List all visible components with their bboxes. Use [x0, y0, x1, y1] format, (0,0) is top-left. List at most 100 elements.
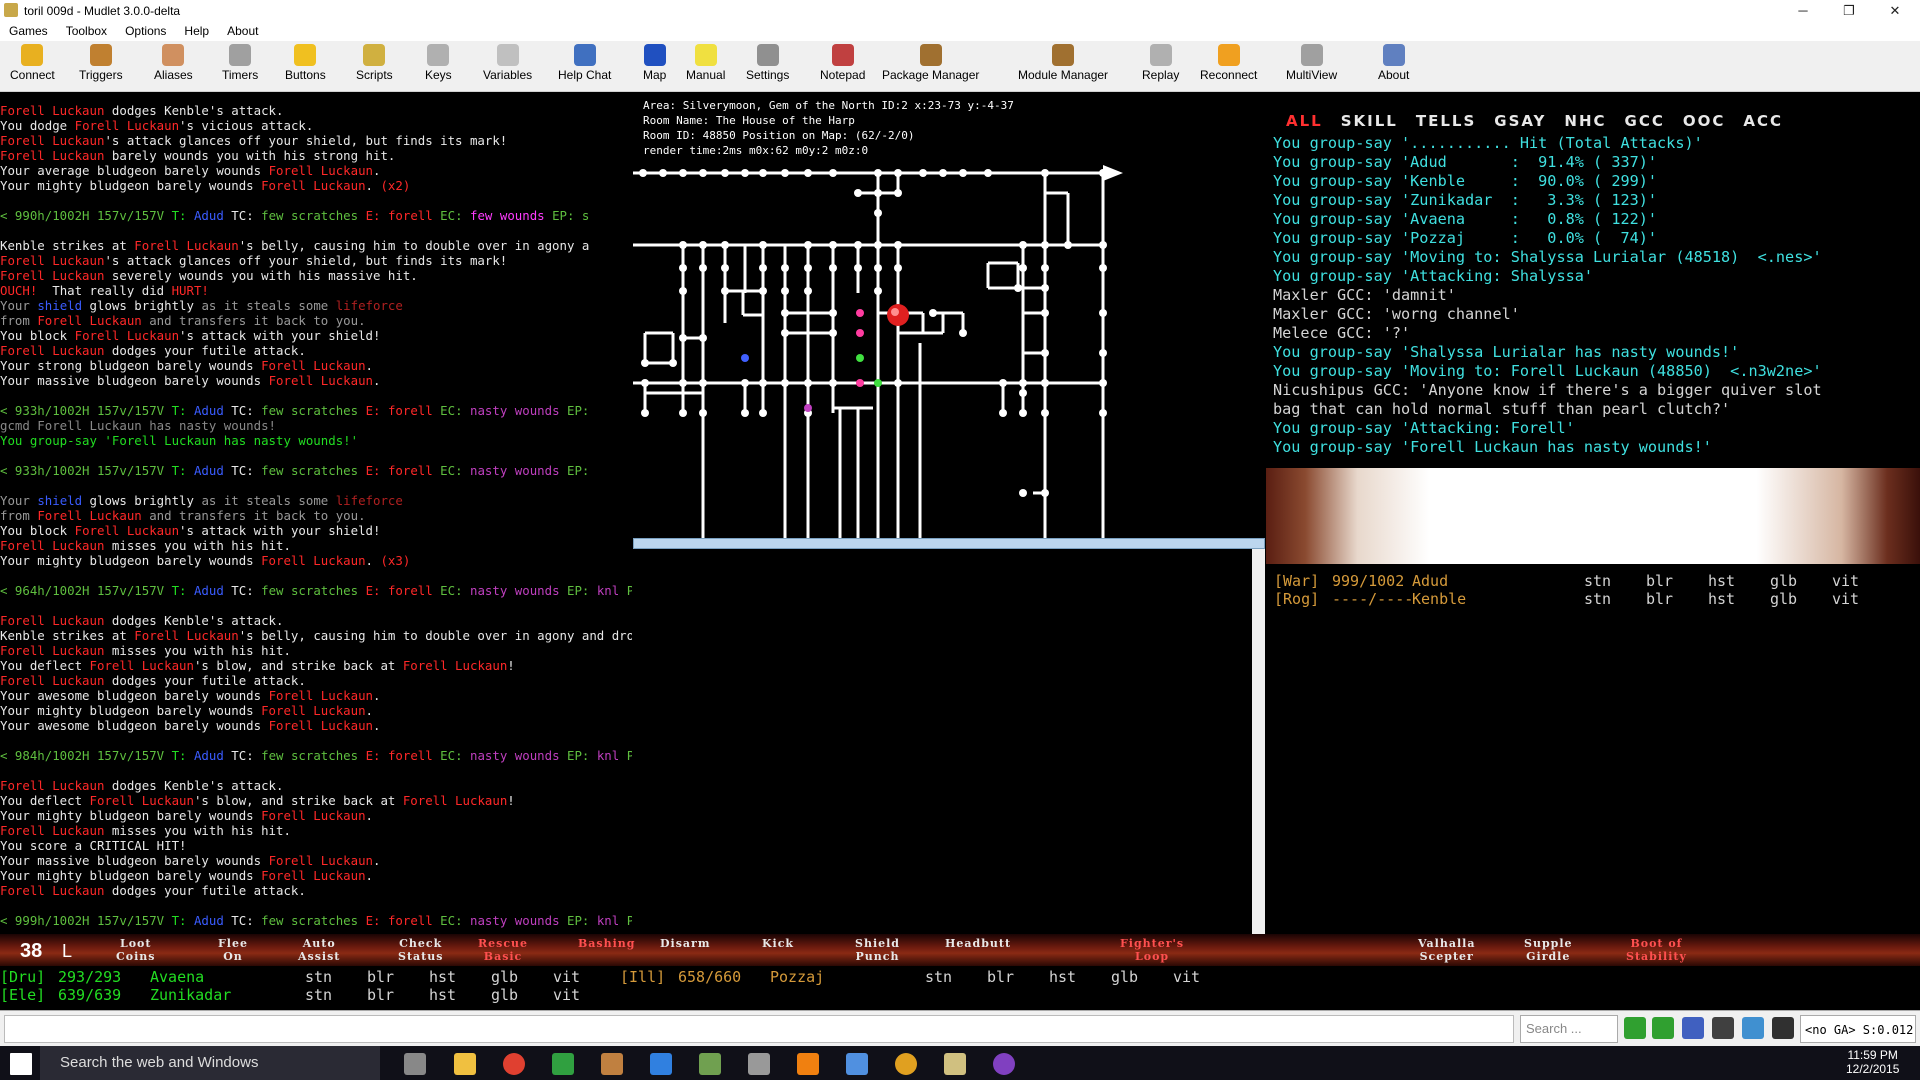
- menu-games[interactable]: Games: [0, 22, 57, 41]
- button-rescue[interactable]: Rescue Basic: [478, 937, 528, 963]
- map-graph[interactable]: [633, 93, 1265, 538]
- app-icon[interactable]: [552, 1053, 574, 1075]
- button-auto[interactable]: Auto Assist: [298, 937, 340, 963]
- toolbar-package-manager-button[interactable]: Package Manager: [882, 44, 979, 90]
- toolbar-map-button[interactable]: Map: [643, 44, 666, 90]
- button-valhalla[interactable]: Valhalla Scepter: [1418, 937, 1475, 963]
- menu-toolbox[interactable]: Toolbox: [57, 22, 116, 41]
- toolbar-help-chat-button[interactable]: Help Chat: [558, 44, 611, 90]
- task-view-icon[interactable]: [404, 1053, 426, 1075]
- console-line: Forell Luckaun's attack glances off your…: [0, 253, 508, 268]
- vlc-icon[interactable]: [797, 1053, 819, 1075]
- timestamp-toggle-icon[interactable]: [1682, 1017, 1704, 1039]
- button-flee[interactable]: Flee On: [218, 937, 248, 963]
- mapper-view[interactable]: [633, 93, 1265, 538]
- tab-nhc[interactable]: NHC: [1564, 112, 1606, 130]
- game-icon[interactable]: [895, 1053, 917, 1075]
- group-status-panel: [War] 999/1002 Adud stn blr hst glb vit [Rog] ---…: [1266, 564, 1920, 934]
- tab-gsay[interactable]: GSAY: [1494, 112, 1546, 130]
- tab-gcc[interactable]: GCC: [1625, 112, 1665, 130]
- scroll-down-icon[interactable]: [1652, 1017, 1674, 1039]
- chat-line: Nicushipus GCC: 'Anyone know if there's …: [1273, 381, 1822, 399]
- console-line: from Forell Luckaun and transfers it bac…: [0, 508, 366, 523]
- button-bashing[interactable]: Bashing: [578, 937, 635, 950]
- toolbar-scripts-button[interactable]: Scripts: [356, 44, 393, 90]
- menu-bar: Games Toolbox Options Help About: [0, 22, 1920, 41]
- button-disarm[interactable]: Disarm: [660, 937, 710, 950]
- toolbar-triggers-button[interactable]: Triggers: [79, 44, 123, 90]
- toolbar-keys-button[interactable]: Keys: [425, 44, 452, 90]
- party-affect-glb: glb: [1111, 968, 1139, 986]
- toolbar-about-button[interactable]: About: [1378, 44, 1409, 90]
- chrome-icon[interactable]: [503, 1053, 525, 1075]
- console-scrollbar[interactable]: [1252, 549, 1265, 934]
- record-replay-icon[interactable]: [1772, 1017, 1794, 1039]
- toolbar-manual-button[interactable]: Manual: [686, 44, 725, 90]
- console-line: Your awesome bludgeon barely wounds Fore…: [0, 718, 381, 733]
- menu-help[interactable]: Help: [175, 22, 218, 41]
- toolbar-reconnect-button[interactable]: Reconnect: [1200, 44, 1257, 90]
- toolbar-variables-button[interactable]: Variables: [483, 44, 532, 90]
- map-info: Area: Silverymoon, Gem of the North ID:2…: [643, 98, 1014, 158]
- toolbar-replay-button[interactable]: Replay: [1142, 44, 1179, 90]
- windows-start-icon[interactable]: [10, 1053, 32, 1075]
- app-purple-icon[interactable]: [993, 1053, 1015, 1075]
- toolbar-timers-button[interactable]: Timers: [222, 44, 258, 90]
- toolbar-notepad-button[interactable]: Notepad: [820, 44, 865, 90]
- button-loot[interactable]: Loot Coins: [116, 937, 155, 963]
- button-line-2: Status: [398, 950, 444, 963]
- database-icon[interactable]: [748, 1053, 770, 1075]
- button-supple[interactable]: Supple Girdle: [1524, 937, 1573, 963]
- mudlet-taskbar-icon[interactable]: [944, 1053, 966, 1075]
- button-boot-of[interactable]: Boot of Stability: [1626, 937, 1687, 963]
- menu-about[interactable]: About: [218, 22, 267, 41]
- toolbar-connect-button[interactable]: Connect: [10, 44, 55, 90]
- tab-skill[interactable]: SKILL: [1341, 112, 1398, 130]
- excel-icon[interactable]: [699, 1053, 721, 1075]
- console-line: Kenble strikes at Forell Luckaun's belly…: [0, 238, 590, 253]
- toolbar-buttons-button[interactable]: Buttons: [285, 44, 326, 90]
- visual-studio-icon[interactable]: [650, 1053, 672, 1075]
- toolbar-settings-button[interactable]: Settings: [746, 44, 789, 90]
- button-fighter-s[interactable]: Fighter's Loop: [1120, 937, 1184, 963]
- button-line-1: Kick: [762, 937, 795, 950]
- toolbar-multiview-button[interactable]: MultiView: [1286, 44, 1337, 90]
- maximize-button[interactable]: ❐: [1826, 0, 1872, 22]
- console-line: Your mighty bludgeon barely wounds Forel…: [0, 703, 373, 718]
- tab-acc[interactable]: ACC: [1743, 112, 1783, 130]
- tab-ooc[interactable]: OOC: [1683, 112, 1726, 130]
- toolbar-module-manager-button[interactable]: Module Manager: [1018, 44, 1108, 90]
- minimize-button[interactable]: ─: [1780, 0, 1826, 22]
- command-input[interactable]: [4, 1015, 1514, 1043]
- member-affect-blr: blr: [1646, 572, 1674, 590]
- chat-output[interactable]: You group-say '........... Hit (Total At…: [1273, 134, 1913, 457]
- virtualbox-icon[interactable]: [846, 1053, 868, 1075]
- button-shield[interactable]: Shield Punch: [855, 937, 900, 963]
- tab-all[interactable]: ALL: [1286, 112, 1323, 130]
- taskbar-search[interactable]: Search the web and Windows: [40, 1046, 380, 1080]
- tab-tells[interactable]: TELLS: [1416, 112, 1476, 130]
- menu-options[interactable]: Options: [116, 22, 175, 41]
- button-headbutt[interactable]: Headbutt: [945, 937, 1011, 950]
- toolbar: Connect Triggers Aliases Timers Buttons Scrip…: [0, 41, 1920, 92]
- file-explorer-icon[interactable]: [454, 1053, 476, 1075]
- library-icon[interactable]: [601, 1053, 623, 1075]
- multiview-icon: [1300, 44, 1323, 66]
- map-splitter-handle[interactable]: [633, 538, 1265, 549]
- reconnect-icon: [1217, 44, 1240, 66]
- console-line: Forell Luckaun misses you with his hit.: [0, 538, 291, 553]
- member-affect-glb: glb: [1770, 572, 1798, 590]
- scroll-up-icon[interactable]: [1624, 1017, 1646, 1039]
- button-kick[interactable]: Kick: [762, 937, 794, 950]
- console-line: Forell Luckaun dodges your futile attack…: [0, 673, 306, 688]
- main-console-output[interactable]: Forell Luckaun dodges Kenble's attack. Yo…: [0, 103, 632, 933]
- log-toggle-icon[interactable]: [1712, 1017, 1734, 1039]
- button-check[interactable]: Check Status: [398, 937, 443, 963]
- emergency-stop-icon[interactable]: [1742, 1017, 1764, 1039]
- close-button[interactable]: ✕: [1872, 0, 1918, 22]
- console-line: Your shield glows brightly as it steals …: [0, 298, 403, 313]
- search-input[interactable]: Search ...: [1520, 1015, 1618, 1043]
- member-hp: 999/1002: [1332, 572, 1405, 590]
- toolbar-aliases-button[interactable]: Aliases: [154, 44, 193, 90]
